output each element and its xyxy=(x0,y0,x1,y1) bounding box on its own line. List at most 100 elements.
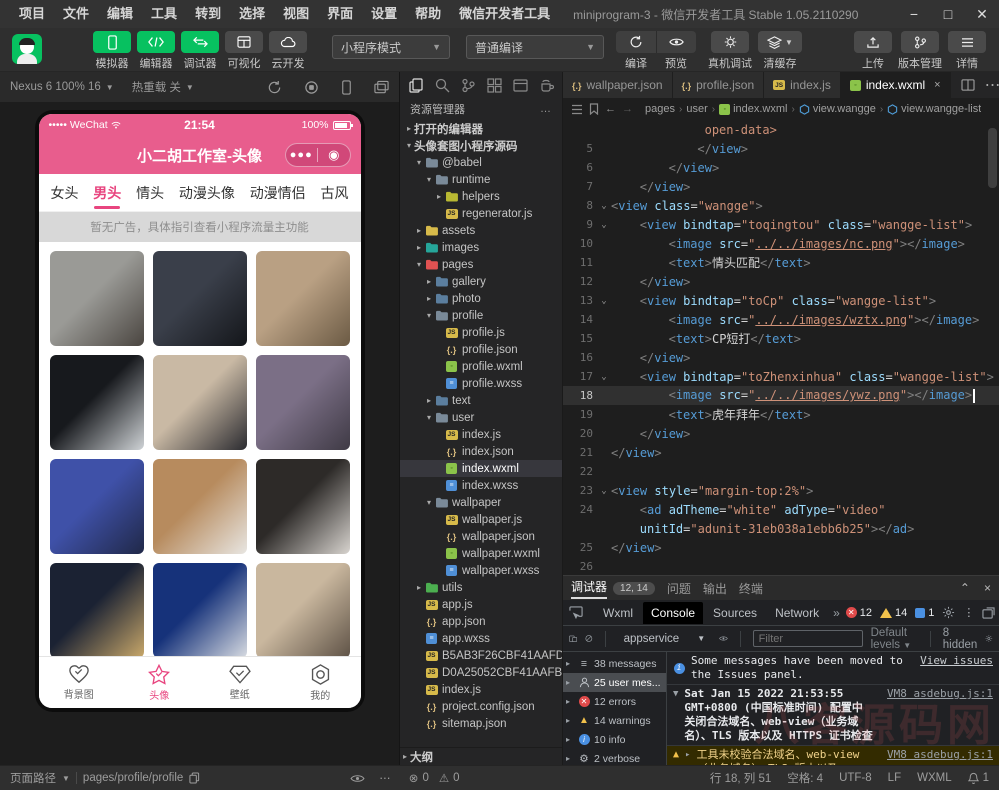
code-line-20[interactable]: 20 </view> xyxy=(563,424,999,443)
eye-icon[interactable] xyxy=(719,633,728,644)
tree-item-profile.json[interactable]: {.} profile.json xyxy=(400,341,562,358)
cursor-position[interactable]: 行 18, 列 51 xyxy=(710,770,771,786)
code-line-12[interactable]: 12 </view> xyxy=(563,272,999,291)
files-icon[interactable] xyxy=(404,74,428,96)
tree-item-text[interactable]: ▸ text xyxy=(400,392,562,409)
source-link[interactable]: VM8 asdebug.js:1 xyxy=(887,687,993,743)
category-tab-情头[interactable]: 情头 xyxy=(136,175,164,211)
code-line-8[interactable]: 8 ⌄ <view class="wangge"> xyxy=(563,196,999,215)
outline-section[interactable]: ▸ 大纲 xyxy=(400,747,562,765)
tree-item-profile[interactable]: ▾ profile xyxy=(400,307,562,324)
device-debug-button[interactable]: 真机调试 xyxy=(708,31,752,71)
category-tab-动漫情侣[interactable]: 动漫情侣 xyxy=(250,175,306,211)
menu-item-文件[interactable]: 文件 xyxy=(54,0,98,28)
breadcrumb-item-view.wangge[interactable]: view.wangge xyxy=(799,103,876,115)
editor-tab-index.js[interactable]: JS index.js xyxy=(764,72,841,98)
inspect-element-icon[interactable] xyxy=(569,605,583,620)
avatar-photo[interactable] xyxy=(49,355,144,450)
clear-cache-button[interactable]: ▼ 清缓存 xyxy=(758,31,802,71)
avatar-photo[interactable] xyxy=(255,251,350,346)
windows-icon[interactable] xyxy=(374,80,389,94)
category-tab-动漫头像[interactable]: 动漫头像 xyxy=(179,175,235,211)
editor-tab-index.wxml[interactable]: ◦ index.wxml × xyxy=(840,72,951,98)
miniprogram-capsule[interactable]: ●●● ◉ xyxy=(284,143,351,167)
code-line-21[interactable]: 21 </view> xyxy=(563,443,999,462)
compile-button[interactable] xyxy=(616,31,656,53)
tree-item-wallpaper.wxml[interactable]: ◦ wallpaper.wxml xyxy=(400,545,562,562)
tree-item-runtime[interactable]: ▾ runtime xyxy=(400,171,562,188)
tree-item-project.config.json[interactable]: {.} project.config.json xyxy=(400,698,562,715)
code-line-22[interactable]: 22 xyxy=(563,462,999,481)
encoding[interactable]: UTF-8 xyxy=(839,772,872,784)
close-icon[interactable]: × xyxy=(934,79,940,91)
code-line-23[interactable]: 23 ⌄ <view style="margin-top:2%"> xyxy=(563,481,999,500)
console-messages[interactable]: i View issues Some messages have been move… xyxy=(667,652,999,765)
collapse-panel-icon[interactable]: ⌃ xyxy=(960,581,970,595)
tree-item-index.json[interactable]: {.} index.json xyxy=(400,443,562,460)
tree-item-index.js[interactable]: JS index.js xyxy=(400,426,562,443)
code-line-10[interactable]: 10 <image src="../../images/nc.png"></ima… xyxy=(563,234,999,253)
search-icon[interactable] xyxy=(430,74,454,96)
tree-item-B5AB3F26CBF41AAFD3...[interactable]: JSB5AB3F26CBF41AAFD3... xyxy=(400,647,562,664)
console-filter-14 warnings[interactable]: ▸ ▲ 14 warnings xyxy=(563,711,666,730)
tree-item-images[interactable]: ▸ images xyxy=(400,239,562,256)
code-line-18[interactable]: 18 <image src="../../images/ywz.png"></im… xyxy=(563,386,999,405)
more-tabs-icon[interactable]: » xyxy=(829,606,844,620)
tree-item-@babel[interactable]: ▾ @babel xyxy=(400,154,562,171)
more-actions-icon[interactable]: ⋯ xyxy=(379,771,391,785)
code-line-9[interactable]: 9 ⌄ <view bindtap="toqingtou" class="wangg… xyxy=(563,215,999,234)
tree-item-sitemap.json[interactable]: {.} sitemap.json xyxy=(400,715,562,732)
tabbar-item-头像[interactable]: 头像 xyxy=(119,657,200,708)
editor-tab-profile.json[interactable]: {.} profile.json xyxy=(672,72,765,98)
可视化-button[interactable]: 可视化 xyxy=(225,31,263,71)
code-line-wrap[interactable]: open-data> xyxy=(563,120,999,139)
云开发-button[interactable]: 云开发 xyxy=(269,31,307,71)
avatar-photo[interactable] xyxy=(255,355,350,450)
tree-item-wallpaper.json[interactable]: {.} wallpaper.json xyxy=(400,528,562,545)
devtools-tab-Wxml[interactable]: Wxml xyxy=(595,602,641,624)
tree-item-app.js[interactable]: JS app.js xyxy=(400,596,562,613)
avatar-photo[interactable] xyxy=(152,355,247,450)
tree-item-gallery[interactable]: ▸ gallery xyxy=(400,273,562,290)
category-tab-女头[interactable]: 女头 xyxy=(51,175,79,211)
tree-item-utils[interactable]: ▸ utils xyxy=(400,579,562,596)
版本管理-button[interactable]: 版本管理 xyxy=(898,31,942,71)
gear-icon[interactable] xyxy=(985,632,993,645)
more-actions-icon[interactable]: … xyxy=(540,103,552,115)
error-count[interactable]: ✕ 12 xyxy=(845,607,872,619)
clear-console-icon[interactable] xyxy=(585,632,593,645)
tree-item-helpers[interactable]: ▸ helpers xyxy=(400,188,562,205)
tree-item-index.wxml[interactable]: ◦ index.wxml xyxy=(400,460,562,477)
code-line-6[interactable]: 6 </view> xyxy=(563,158,999,177)
indent-setting[interactable]: 空格: 4 xyxy=(787,770,823,786)
more-actions-icon[interactable]: ⋯ xyxy=(985,75,999,95)
console-filter-2 verbose[interactable]: ▸ ⚙ 2 verbose xyxy=(563,749,666,765)
调试器-button[interactable]: 调试器 xyxy=(181,31,219,71)
source-link[interactable]: VM8 asdebug.js:1 xyxy=(887,748,993,765)
back-arrow-icon[interactable]: ← xyxy=(605,103,616,115)
compile-mode-dropdown[interactable]: 普通编译 ▼ xyxy=(466,35,604,59)
mode-dropdown[interactable]: 小程序模式 ▼ xyxy=(332,35,450,59)
console-filter-38 messages[interactable]: ▸ ≡ 38 messages xyxy=(563,654,666,673)
avatar-photo[interactable] xyxy=(49,251,144,346)
eol-setting[interactable]: LF xyxy=(888,772,901,784)
problems-indicator[interactable]: ⊗ 0 ⚠ 0 xyxy=(409,771,460,785)
rotate-icon[interactable] xyxy=(267,80,282,95)
popout-icon[interactable] xyxy=(982,606,995,619)
page-path-selector[interactable]: 页面路径 ▼ xyxy=(10,770,70,786)
copy-icon[interactable] xyxy=(189,772,200,784)
log-levels-dropdown[interactable]: Default levels ▼ xyxy=(871,627,919,651)
tree-section-头像套图小程序源码[interactable]: ▾ 头像套图小程序源码 xyxy=(400,137,562,154)
tree-item-index.wxss[interactable]: ≡ index.wxss xyxy=(400,477,562,494)
menu-item-微信开发者工具[interactable]: 微信开发者工具 xyxy=(450,0,559,28)
menu-item-项目[interactable]: 项目 xyxy=(10,0,54,28)
console-filter-10 info[interactable]: ▸ i 10 info xyxy=(563,730,666,749)
category-tab-男头[interactable]: 男头 xyxy=(93,175,121,211)
code-line-17[interactable]: 17 ⌄ <view bindtap="toZhenxinhua" class="w… xyxy=(563,367,999,386)
tree-item-assets[interactable]: ▸ assets xyxy=(400,222,562,239)
code-line-14[interactable]: 14 <image src="../../images/wztx.png"></i… xyxy=(563,310,999,329)
info-count[interactable]: 1 xyxy=(915,607,934,619)
debugger-panel-tab-输出[interactable]: 输出 xyxy=(703,580,727,597)
code-line-7[interactable]: 7 </view> xyxy=(563,177,999,196)
tree-section-打开的编辑器[interactable]: ▸ 打开的编辑器 xyxy=(400,120,562,137)
